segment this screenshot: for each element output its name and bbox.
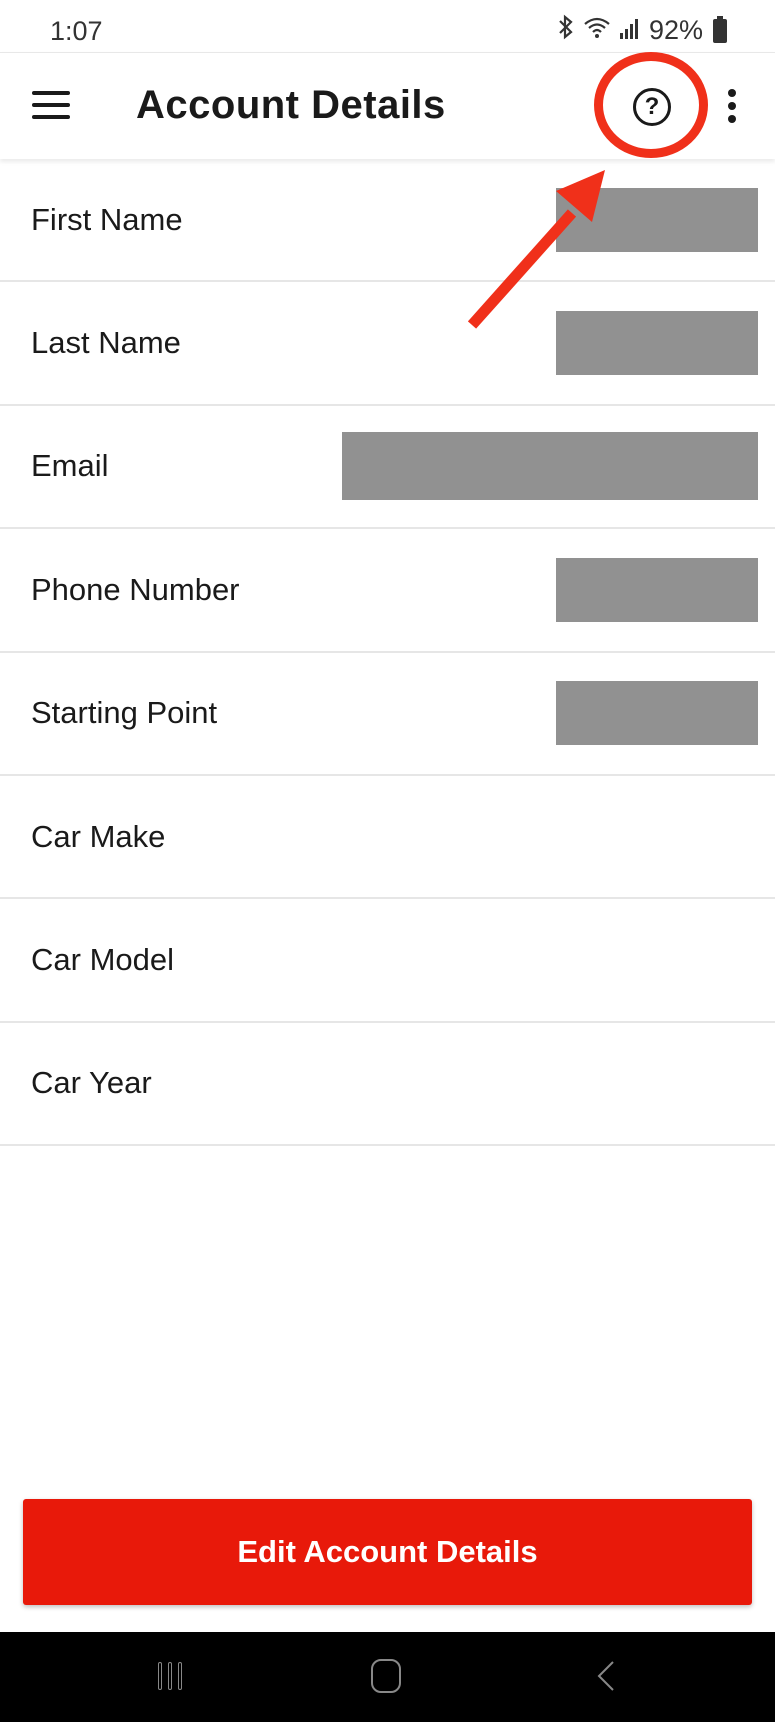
- field-row-first-name[interactable]: First Name: [0, 159, 775, 283]
- field-label: Car Year: [31, 1065, 152, 1101]
- menu-button[interactable]: [32, 91, 70, 119]
- signal-icon: [619, 15, 641, 46]
- field-row-car-year[interactable]: Car Year: [0, 1023, 775, 1147]
- account-fields-list: First Name Last Name Email Phone Number …: [0, 159, 775, 1147]
- redacted-value: [556, 187, 758, 252]
- field-label: Starting Point: [31, 695, 218, 731]
- redacted-value: [556, 681, 758, 746]
- field-row-car-model[interactable]: Car Model: [0, 899, 775, 1023]
- more-options-button[interactable]: [725, 89, 739, 125]
- recent-apps-icon: [158, 1662, 162, 1690]
- status-icons: 92%: [557, 14, 727, 47]
- field-label: Car Model: [31, 942, 174, 978]
- wifi-icon: [583, 15, 611, 46]
- field-row-starting-point[interactable]: Starting Point: [0, 653, 775, 776]
- field-label: Car Make: [31, 818, 166, 854]
- recent-apps-button[interactable]: [158, 1662, 182, 1690]
- field-label: Last Name: [31, 325, 181, 361]
- help-button[interactable]: ?: [633, 88, 671, 126]
- field-row-last-name[interactable]: Last Name: [0, 282, 775, 406]
- status-time: 1:07: [50, 16, 103, 46]
- field-row-car-make[interactable]: Car Make: [0, 776, 775, 900]
- app-bar: Account Details ?: [0, 52, 775, 159]
- hamburger-menu-icon: [32, 91, 70, 95]
- status-bar: 1:07 92%: [0, 0, 775, 52]
- field-row-phone-number[interactable]: Phone Number: [0, 529, 775, 653]
- redacted-value: [556, 311, 758, 376]
- battery-percent: 92%: [648, 15, 703, 45]
- redacted-value: [342, 432, 758, 501]
- page-title: Account Details: [136, 83, 446, 127]
- back-button[interactable]: [595, 1660, 617, 1692]
- field-label: Phone Number: [31, 571, 240, 607]
- more-vertical-icon: [728, 89, 736, 97]
- help-icon: ?: [644, 93, 660, 120]
- battery-icon: [713, 15, 727, 43]
- field-row-email[interactable]: Email: [0, 406, 775, 530]
- edit-account-details-button[interactable]: Edit Account Details: [23, 1499, 752, 1605]
- field-label: First Name: [31, 201, 183, 237]
- system-nav-bar: [0, 1632, 775, 1722]
- field-label: Email: [31, 448, 109, 484]
- home-button[interactable]: [371, 1659, 401, 1693]
- redacted-value: [556, 557, 758, 622]
- bluetooth-icon: [557, 14, 575, 47]
